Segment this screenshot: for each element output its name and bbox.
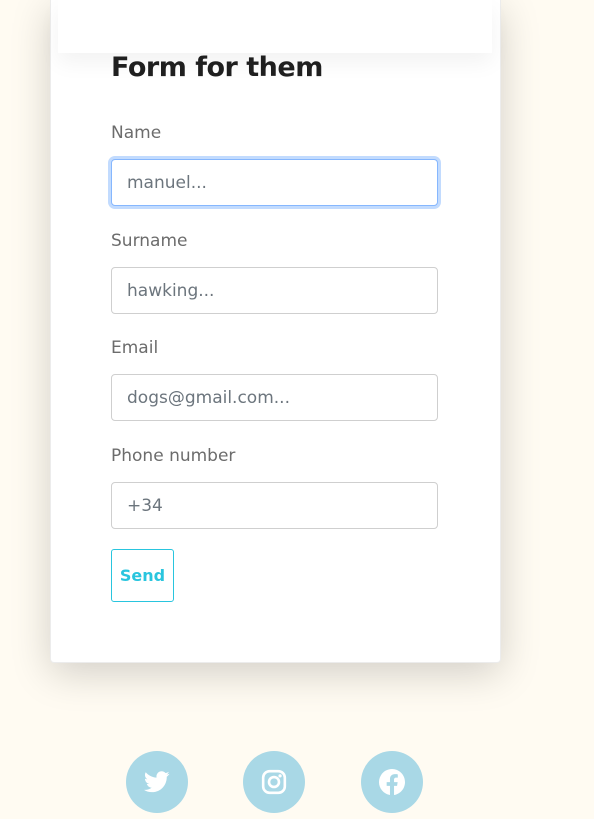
twitter-icon xyxy=(144,771,170,793)
send-button[interactable]: Send xyxy=(111,549,174,602)
email-label: Email xyxy=(111,338,159,358)
name-label: Name xyxy=(111,123,162,143)
surname-input[interactable] xyxy=(111,267,438,314)
form-title: Form for them xyxy=(111,52,323,83)
header-bar xyxy=(58,0,492,53)
phone-label: Phone number xyxy=(111,446,236,466)
email-input[interactable] xyxy=(111,374,438,421)
facebook-link[interactable] xyxy=(361,751,423,813)
instagram-link[interactable] xyxy=(243,751,305,813)
phone-input[interactable] xyxy=(111,482,438,529)
instagram-icon xyxy=(261,769,287,795)
surname-label: Surname xyxy=(111,231,188,251)
name-input[interactable] xyxy=(111,159,438,206)
twitter-link[interactable] xyxy=(126,751,188,813)
facebook-icon xyxy=(379,769,405,795)
